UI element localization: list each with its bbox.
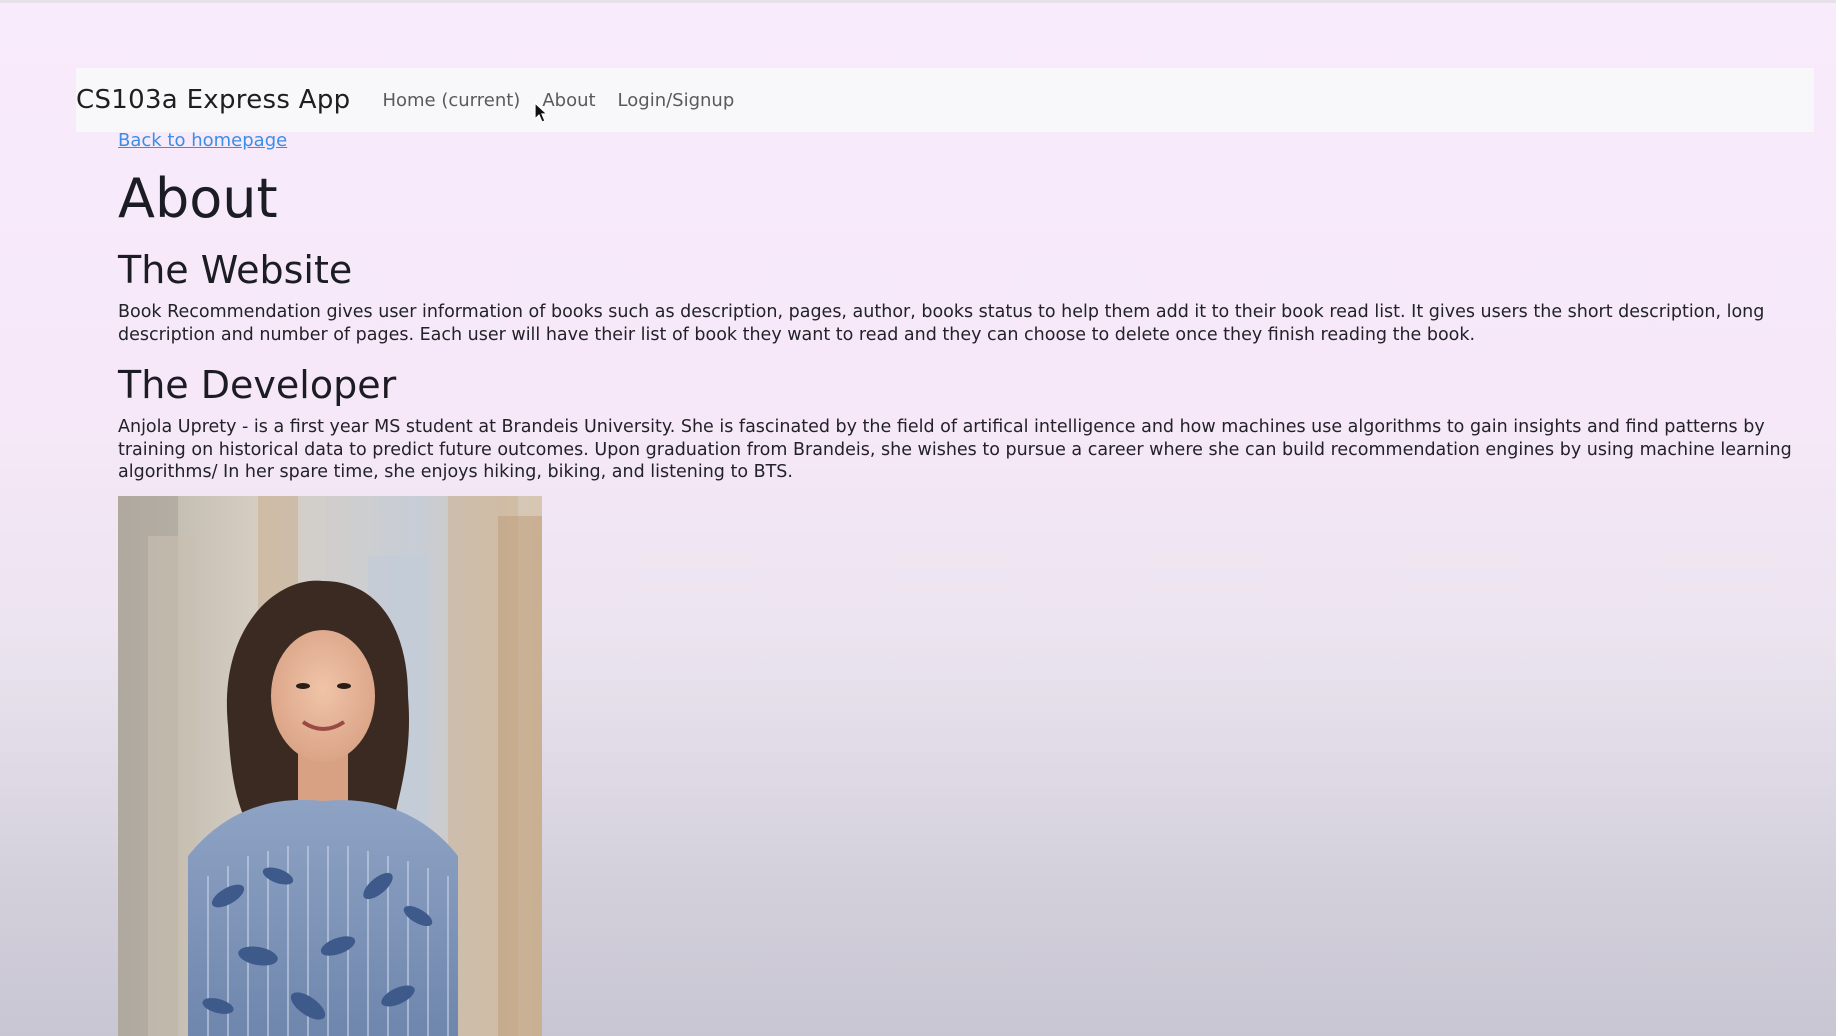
- developer-description: Anjola Uprety - is a first year MS stude…: [118, 417, 1792, 482]
- navbar: CS103a Express App Home (current) About …: [76, 68, 1814, 132]
- nav-link-home[interactable]: Home (current): [382, 90, 520, 111]
- nav-link-login-signup[interactable]: Login/Signup: [618, 90, 735, 111]
- developer-photo: [118, 495, 542, 1036]
- main-content: Back to homepage About The Website Book …: [118, 130, 1818, 1036]
- website-description: Book Recommendation gives user informati…: [118, 302, 1765, 345]
- nav-link-about[interactable]: About: [542, 90, 595, 111]
- navbar-brand[interactable]: CS103a Express App: [76, 85, 350, 115]
- mouse-pointer-icon: [534, 102, 549, 123]
- back-to-homepage-link[interactable]: Back to homepage: [118, 130, 287, 151]
- page-title: About: [118, 167, 278, 230]
- website-section-heading: The Website: [118, 248, 353, 292]
- developer-section-heading: The Developer: [118, 363, 397, 407]
- browser-top-border: [0, 0, 1836, 3]
